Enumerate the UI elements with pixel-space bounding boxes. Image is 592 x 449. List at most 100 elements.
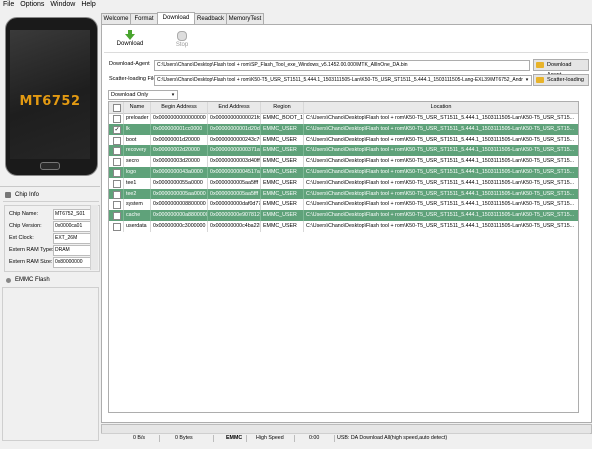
cell-region: EMMC_USER (261, 156, 304, 167)
row-checkbox[interactable] (113, 212, 121, 221)
stop-icon (177, 31, 187, 41)
cell-region: EMMC_USER (261, 188, 304, 200)
menu-bar: File Options Window Help (0, 0, 592, 9)
tab-welcome[interactable]: Welcome (101, 13, 131, 24)
chip-info-label: Ext Clock: (9, 235, 34, 241)
row-checkbox[interactable] (113, 179, 121, 188)
chip-info-label: Extern RAM Size: (9, 259, 53, 265)
cell-begin-address: 0x00000002d20000 (151, 145, 208, 157)
checkbox-cell (109, 167, 124, 178)
cell-name: userdata (124, 221, 151, 232)
scatter-file-field[interactable]: C:\Users\Chano\Desktop\Flash tool + rom\… (154, 75, 532, 86)
row-checkbox[interactable] (113, 190, 121, 199)
row-checkbox[interactable]: ✓ (113, 125, 121, 134)
cell-region: EMMC_USER (261, 177, 304, 189)
cell-location: C:\Users\Chano\Desktop\Flash tool + rom\… (306, 136, 575, 143)
table-row[interactable]: ✓ lk 0x000000001cc0000 0x00000000001d20d3 EM… (109, 123, 578, 135)
menu-options[interactable]: Options (17, 0, 47, 9)
status-separator (213, 435, 214, 442)
emmc-flash-title: EMMC Flash (15, 277, 50, 283)
divider (0, 186, 100, 187)
select-all-checkbox[interactable] (113, 104, 121, 112)
cell-name: system (124, 199, 151, 211)
status-storage: EMMC (226, 435, 243, 441)
header-name[interactable]: Name (124, 102, 151, 113)
cell-begin-address: 0x0000000008800000 (151, 199, 208, 211)
table-row[interactable]: logo0x0000000043a00000x00000000004517a75… (109, 167, 578, 178)
scatter-loading-button[interactable]: Scatter-loading (533, 74, 589, 86)
menu-file[interactable]: File (0, 0, 17, 9)
row-checkbox[interactable] (113, 223, 121, 231)
tab-memorytest[interactable]: MemoryTest (226, 13, 264, 24)
cell-end-address: 0x000000000daf0d77 (208, 199, 261, 211)
cell-location: C:\Users\Chano\Desktop\Flash tool + rom\… (306, 190, 575, 197)
download-button-label: Download (116, 41, 144, 47)
row-checkbox[interactable] (113, 115, 121, 123)
download-button[interactable]: Download (112, 30, 148, 47)
status-time: 0:00 (309, 435, 320, 441)
cell-end-address: 0x00000000000371afff (208, 145, 261, 157)
cell-end-address: 0x00000000e907812f (208, 210, 261, 221)
status-separator (159, 435, 160, 442)
cell-end-address: 0x00000000000021fc3 (208, 113, 261, 124)
row-checkbox[interactable] (113, 201, 121, 210)
dropdown-arrow-icon: ▾ (171, 92, 175, 98)
emmc-flash-header[interactable]: EMMC Flash (3, 276, 99, 286)
stop-button[interactable]: Stop (168, 30, 196, 48)
toolbar-divider (104, 52, 588, 53)
chip-info-value: DRAM (53, 245, 92, 256)
cell-begin-address: 0x000000000a8800000 (151, 210, 208, 221)
row-checkbox[interactable] (113, 169, 121, 177)
chip-info-value: MT6752_S01 (53, 209, 92, 220)
chip-info-value: 0x80000000 (53, 257, 92, 268)
row-checkbox[interactable] (113, 136, 121, 145)
chip-info-value: EXT_26M (53, 233, 92, 244)
cell-name: lk (124, 123, 151, 135)
download-arrow-icon (112, 30, 148, 40)
table-row[interactable]: system 0x0000000008800000 0x000000000daf0d… (109, 199, 578, 211)
header-location[interactable]: Location (304, 102, 578, 113)
status-bytes: 0 Bytes (175, 435, 193, 441)
download-agent-button[interactable]: Download Agent (533, 59, 589, 78)
cell-location: C:\Users\Chano\Desktop\Flash tool + rom\… (306, 201, 575, 208)
chip-info-row: Chip Name: (9, 209, 38, 219)
checkbox-cell (109, 177, 124, 189)
status-separator (294, 435, 295, 442)
download-mode-select[interactable]: Download Only ▾ (108, 90, 178, 100)
cell-region: EMMC_USER (261, 199, 304, 211)
checkbox-cell (109, 188, 124, 200)
row-checkbox[interactable] (113, 158, 121, 167)
cell-region: EMMC_USER (261, 145, 304, 157)
chip-info-label: Chip Version: (9, 223, 42, 229)
chip-info-header[interactable]: Chip Info (3, 191, 99, 202)
chip-info-label: Chip Name: (9, 211, 39, 217)
cell-region: EMMC_BOOT_1 (261, 113, 304, 124)
table-row[interactable]: boot 0x00000001d20000 0x0000000000243c7ff E… (109, 134, 578, 146)
cell-begin-address: 0x0000000000000000 (151, 113, 208, 124)
header-end-address[interactable]: End Address (208, 102, 261, 113)
table-row[interactable]: cache 0x000000000a8800000 0x00000000e90781… (109, 210, 578, 221)
tab-format[interactable]: Format (130, 13, 158, 24)
cell-region: EMMC_USER (261, 210, 304, 221)
table-row[interactable]: secro 0x00000003d20000 0x00000000003d40fff… (109, 156, 578, 167)
cell-end-address: 0x0000000000243c7ff (208, 134, 261, 146)
cell-name: tee2 (124, 188, 151, 200)
menu-window[interactable]: Window (47, 0, 78, 9)
header-checkbox-cell (109, 102, 124, 113)
row-checkbox[interactable] (113, 147, 121, 156)
chip-info-scrollbar[interactable] (90, 205, 98, 270)
table-row[interactable]: tee1 0x0000000055a0000 0x0000000005aa5fff E… (109, 177, 578, 189)
stop-button-label: Stop (175, 42, 189, 48)
menu-help[interactable]: Help (78, 0, 98, 9)
table-row[interactable]: preloader 0x0000000000000000 0x00000000000… (109, 113, 578, 124)
tab-readback[interactable]: Readback (194, 13, 227, 24)
cell-location: C:\Users\Chano\Desktop\Flash tool + rom\… (306, 212, 575, 219)
header-region[interactable]: Region (261, 102, 304, 113)
table-row[interactable]: userdata 0x00000000c3000000 0x000000000c4b… (109, 221, 578, 232)
cell-begin-address: 0x0000000055a0000 (151, 177, 208, 189)
table-row[interactable]: tee2 0x0000000005aa0000 0x0000000005aa5fff… (109, 188, 578, 200)
emmc-flash-panel (2, 287, 99, 441)
header-begin-address[interactable]: Begin Address (151, 102, 208, 113)
table-row[interactable]: recovery 0x00000002d20000 0x00000000000371… (109, 145, 578, 157)
download-agent-field[interactable]: C:\Users\Chano\Desktop\Flash tool + rom\… (154, 60, 530, 71)
